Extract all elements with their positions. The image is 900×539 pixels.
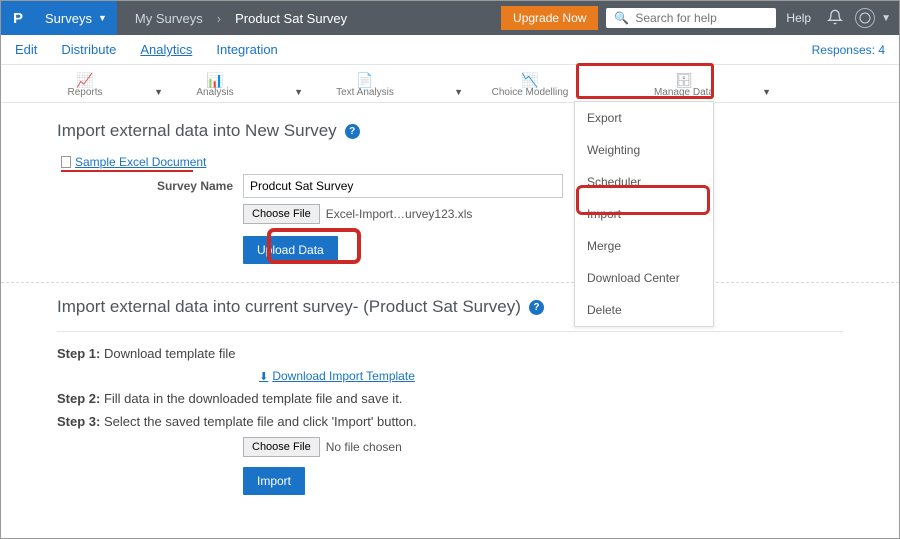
toolbar-reports[interactable]: 📈 Reports ▼: [25, 73, 145, 102]
menu-weighting[interactable]: Weighting: [575, 134, 713, 166]
step3-label: Step 3:: [57, 414, 100, 429]
choose-file-button[interactable]: Choose File: [243, 204, 320, 224]
upload-data-button[interactable]: Upload Data: [243, 236, 338, 264]
choose-file-button-2[interactable]: Choose File: [243, 437, 320, 457]
chevron-down-icon: ▼: [98, 13, 107, 23]
sample-row: Sample Excel Document: [61, 155, 843, 169]
panel1-title-text: Import external data into New Survey: [57, 121, 337, 141]
toolbar-text-label: Text Analysis: [285, 87, 445, 98]
breadcrumb-my-surveys[interactable]: My Surveys: [135, 11, 203, 26]
document-icon: [61, 156, 71, 168]
step1-text: Download template file: [100, 346, 235, 361]
chart-icon: 📈: [25, 73, 145, 87]
responses-count[interactable]: Responses: 4: [812, 43, 885, 57]
panel2-title: Import external data into current survey…: [57, 297, 843, 317]
help-link[interactable]: Help: [786, 11, 811, 25]
sample-excel-link[interactable]: Sample Excel Document: [75, 155, 206, 169]
manage-data-menu: Export Weighting Scheduler Import Merge …: [574, 101, 714, 327]
tab-integration[interactable]: Integration: [216, 42, 277, 57]
upgrade-button[interactable]: Upgrade Now: [501, 6, 598, 30]
search-icon: 🔍: [614, 11, 629, 25]
surveys-dropdown[interactable]: Surveys ▼: [35, 1, 117, 35]
survey-name-label: Survey Name: [57, 179, 243, 193]
menu-export[interactable]: Export: [575, 102, 713, 134]
main-content: Import external data into New Survey ? S…: [1, 103, 899, 495]
help-icon[interactable]: ?: [529, 300, 544, 315]
toolbar-manage-data[interactable]: 🗄 Manage Data ▼: [615, 73, 753, 102]
separator: [57, 331, 843, 332]
divider: [1, 282, 899, 283]
panel1-title: Import external data into New Survey ?: [57, 121, 843, 141]
main-tabs: Edit Distribute Analytics Integration Re…: [1, 35, 899, 65]
chevron-down-icon: ▼: [881, 13, 891, 24]
tab-edit[interactable]: Edit: [15, 42, 37, 57]
download-icon: ⬇: [259, 371, 268, 383]
text-analysis-icon: 📄: [285, 73, 445, 87]
surveys-label: Surveys: [45, 11, 92, 26]
toolbar-choice-modelling[interactable]: 📉 Choice Modelling: [445, 73, 615, 102]
chosen-file-name: Excel-Import…urvey123.xls: [326, 207, 473, 221]
download-template-text: Download Import Template: [272, 369, 415, 383]
step2-text: Fill data in the downloaded template fil…: [100, 391, 402, 406]
toolbar-reports-label: Reports: [25, 87, 145, 98]
toolbar-text-analysis[interactable]: 📄 Text Analysis ▼: [285, 73, 445, 102]
panel2-title-text: Import external data into current survey…: [57, 297, 521, 317]
logo[interactable]: P: [1, 1, 35, 35]
tab-distribute[interactable]: Distribute: [61, 42, 116, 57]
toolbar-manage-label: Manage Data: [615, 87, 753, 98]
toolbar-analysis[interactable]: 📊 Analysis ▼: [145, 73, 285, 102]
analysis-icon: 📊: [145, 73, 285, 87]
bell-icon[interactable]: [827, 9, 843, 28]
chevron-right-icon: ›: [217, 11, 221, 26]
choice-icon: 📉: [445, 73, 615, 87]
step3-text: Select the saved template file and click…: [100, 414, 416, 429]
top-bar: P Surveys ▼ My Surveys › Product Sat Sur…: [1, 1, 899, 35]
menu-merge[interactable]: Merge: [575, 230, 713, 262]
step2-label: Step 2:: [57, 391, 100, 406]
download-template-link[interactable]: ⬇ Download Import Template: [97, 369, 577, 383]
annotation-underline: [61, 170, 193, 172]
no-file-chosen: No file chosen: [326, 440, 402, 454]
help-icon[interactable]: ?: [345, 124, 360, 139]
breadcrumb: My Surveys › Product Sat Survey: [117, 11, 347, 26]
avatar[interactable]: [855, 8, 875, 28]
help-search[interactable]: 🔍: [606, 8, 776, 28]
tab-analytics[interactable]: Analytics: [140, 42, 192, 57]
survey-name-input[interactable]: [243, 174, 563, 198]
import-button[interactable]: Import: [243, 467, 305, 495]
toolbar-choice-label: Choice Modelling: [445, 87, 615, 98]
breadcrumb-current: Product Sat Survey: [235, 11, 347, 26]
analytics-toolbar: 📈 Reports ▼ 📊 Analysis ▼ 📄 Text Analysis…: [1, 65, 899, 103]
step1: Step 1: Download template file: [57, 346, 843, 361]
database-icon: 🗄: [615, 73, 753, 87]
step1-label: Step 1:: [57, 346, 100, 361]
step2: Step 2: Fill data in the downloaded temp…: [57, 391, 843, 406]
menu-scheduler[interactable]: Scheduler: [575, 166, 713, 198]
chevron-down-icon: ▼: [762, 87, 771, 97]
menu-delete[interactable]: Delete: [575, 294, 713, 326]
step3: Step 3: Select the saved template file a…: [57, 414, 843, 429]
toolbar-analysis-label: Analysis: [145, 87, 285, 98]
help-search-input[interactable]: [635, 11, 768, 25]
menu-download-center[interactable]: Download Center: [575, 262, 713, 294]
menu-import[interactable]: Import: [575, 198, 713, 230]
